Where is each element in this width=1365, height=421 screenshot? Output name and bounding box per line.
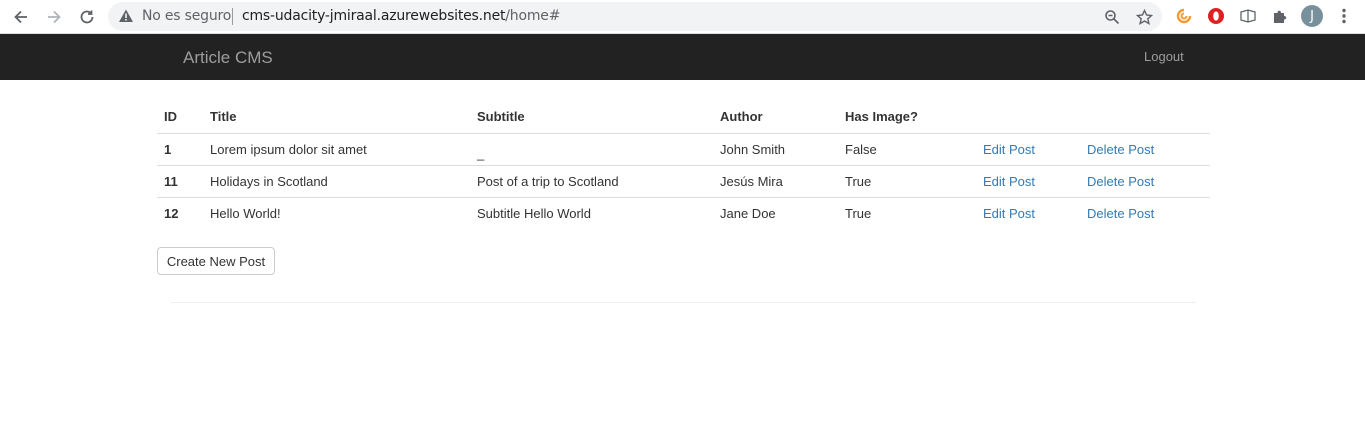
table-row: 1 Lorem ipsum dolor sit amet _ John Smit…	[157, 133, 1210, 166]
post-title: Hello World!	[210, 205, 281, 221]
post-title: Holidays in Scotland	[203, 165, 470, 198]
browser-toolbar: No es seguro cms-udacity-jmiraal.azurewe…	[0, 0, 1365, 34]
post-has-image: True	[845, 205, 872, 221]
post-subtitle: Post of a trip to Scotland	[470, 165, 713, 198]
edit-post-link[interactable]: Edit Post	[983, 206, 1035, 221]
edit-post-cell: Edit Post	[976, 165, 1080, 198]
warning-icon[interactable]	[118, 8, 134, 29]
bookmark-star-icon[interactable]	[1134, 7, 1154, 27]
extensions-puzzle-icon[interactable]	[1269, 5, 1291, 27]
app-navbar: Article CMS Logout	[0, 34, 1365, 80]
post-author: Jesús Mira	[713, 165, 838, 198]
table-header-row: ID Title Subtitle Author Has Image?	[157, 100, 1210, 134]
url-text[interactable]: cms-udacity-jmiraal.azurewebsites.net/ho…	[242, 8, 560, 24]
column-header-id: ID	[157, 100, 203, 134]
column-header-edit	[976, 100, 1080, 134]
posts-table: ID Title Subtitle Author Has Image? 1 Lo…	[157, 100, 1210, 229]
create-new-post-button[interactable]: Create New Post	[157, 247, 275, 275]
post-author: Jane Doe	[720, 205, 776, 221]
back-arrow-icon[interactable]	[9, 5, 33, 29]
zoom-icon[interactable]	[1102, 7, 1122, 27]
extension-shield-icon[interactable]	[1205, 5, 1227, 27]
delete-post-cell: Delete Post	[1080, 197, 1210, 229]
post-id: 1	[157, 133, 203, 166]
column-header-author: Author	[713, 100, 838, 134]
delete-post-cell: Delete Post	[1080, 133, 1210, 166]
address-bar[interactable]: No es seguro cms-udacity-jmiraal.azurewe…	[108, 2, 1162, 31]
post-subtitle: _	[470, 133, 713, 166]
brand-link[interactable]: Article CMS	[183, 48, 273, 68]
divider	[232, 8, 233, 25]
url-path: /home#	[505, 8, 561, 24]
column-header-subtitle: Subtitle	[470, 100, 713, 134]
profile-avatar[interactable]: J	[1301, 5, 1323, 27]
post-has-image: False	[838, 133, 976, 166]
column-header-title: Title	[203, 100, 470, 134]
post-subtitle: Subtitle Hello World	[477, 205, 591, 221]
delete-post-link[interactable]: Delete Post	[1087, 174, 1154, 189]
edit-post-cell: Edit Post	[976, 133, 1080, 166]
post-title: Lorem ipsum dolor sit amet	[203, 133, 470, 166]
extension-book-icon[interactable]	[1237, 5, 1259, 27]
edit-post-link[interactable]: Edit Post	[983, 174, 1035, 189]
table-row: 11 Holidays in Scotland Post of a trip t…	[157, 165, 1210, 198]
post-id: 11	[157, 165, 203, 198]
footer-divider	[171, 302, 1196, 303]
logout-link[interactable]: Logout	[1144, 49, 1184, 64]
column-header-delete	[1080, 100, 1210, 134]
menu-kebab-icon[interactable]	[1333, 5, 1355, 27]
extension-swirl-icon[interactable]	[1173, 5, 1195, 27]
delete-post-cell: Delete Post	[1080, 165, 1210, 198]
security-label[interactable]: No es seguro	[142, 8, 231, 24]
post-id: 12	[164, 205, 179, 221]
reload-icon[interactable]	[75, 5, 99, 29]
edit-post-cell: Edit Post	[976, 197, 1080, 229]
delete-post-link[interactable]: Delete Post	[1087, 142, 1154, 157]
post-author: John Smith	[713, 133, 838, 166]
delete-post-link[interactable]: Delete Post	[1087, 206, 1154, 221]
column-header-has-image: Has Image?	[838, 100, 976, 134]
table-row: 12 Hello World! Subtitle Hello World Jan…	[157, 197, 1210, 229]
post-has-image: True	[838, 165, 976, 198]
url-host: cms-udacity-jmiraal.azurewebsites.net	[242, 8, 506, 24]
forward-arrow-icon[interactable]	[42, 5, 66, 29]
edit-post-link[interactable]: Edit Post	[983, 142, 1035, 157]
